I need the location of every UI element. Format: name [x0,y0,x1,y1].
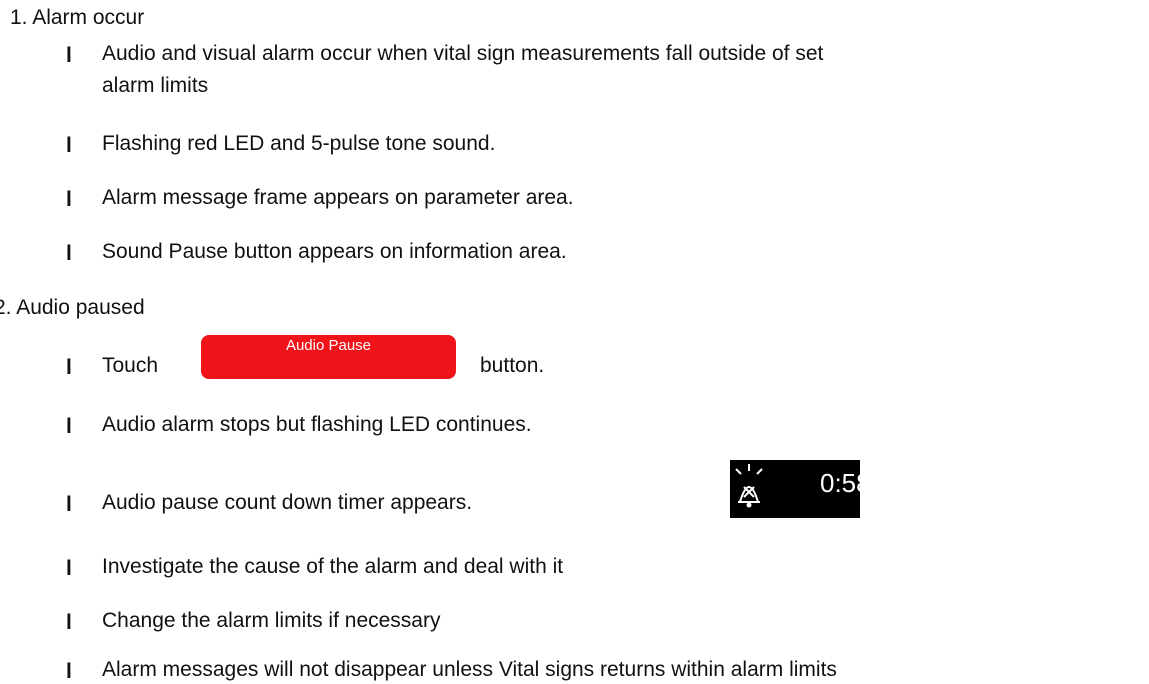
audio-pause-button-label: Audio Pause [285,337,372,354]
bullet-marker: l [66,356,72,379]
list-item: Audio alarm stops but flashing LED conti… [102,413,532,436]
audio-pause-countdown-box: 0:58 [730,460,871,518]
audio-pause-button[interactable]: Audio Pause [201,335,456,379]
list-item: Investigate the cause of the alarm and d… [102,555,564,578]
touch-suffix: button. [480,354,545,377]
bullet-marker: l [66,188,72,211]
bullet-marker: l [66,493,72,516]
bell-muted-icon [735,464,763,508]
touch-label: Touch [102,354,159,377]
list-item: Flashing red LED and 5-pulse tone sound. [102,132,496,155]
list-item: Alarm messages will not disappear unless… [102,658,837,681]
list-item: Sound Pause button appears on informatio… [102,240,567,263]
bullet-marker: l [66,660,72,683]
section-1-heading: 1. Alarm occur [10,6,145,29]
list-item: Alarm message frame appears on parameter… [102,186,574,209]
bullet-marker: l [66,415,72,438]
bullet-marker: l [66,134,72,157]
list-item: alarm limits [102,74,209,97]
list-item: Audio pause count down timer appears. [102,491,473,514]
bullet-marker: l [66,44,72,67]
timer-value-label: 0:58 [820,468,871,498]
bullet-marker: l [66,557,72,580]
bullet-marker: l [66,242,72,265]
section-2-heading: 2. Audio paused [0,296,145,319]
list-item: Change the alarm limits if necessary [102,609,441,632]
list-item: Audio and visual alarm occur when vital … [102,42,824,65]
bullet-marker: l [66,611,72,634]
